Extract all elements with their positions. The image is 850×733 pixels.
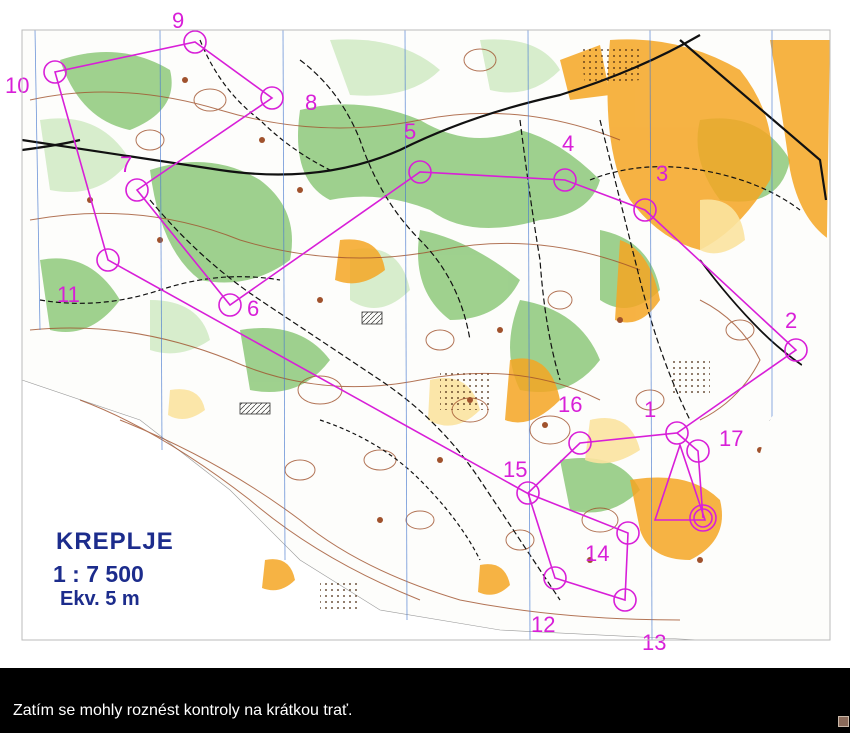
control-number-14: 14 bbox=[585, 541, 609, 566]
control-number-3: 3 bbox=[656, 161, 668, 186]
control-number-16: 16 bbox=[558, 392, 582, 417]
control-number-17: 17 bbox=[719, 426, 743, 451]
caption-bar bbox=[0, 668, 850, 733]
control-number-6: 6 bbox=[247, 296, 259, 321]
control-number-13: 13 bbox=[642, 630, 666, 655]
control-number-9: 9 bbox=[172, 8, 184, 33]
control-number-1: 1 bbox=[644, 397, 656, 422]
slide-caption: Zatím se mohly roznést kontroly na krátk… bbox=[13, 702, 353, 719]
map-name: KREPLJE bbox=[56, 528, 174, 555]
control-number-2: 2 bbox=[785, 308, 797, 333]
control-number-11: 11 bbox=[57, 282, 80, 307]
map-scale: 1 : 7 500 bbox=[53, 561, 144, 587]
control-number-8: 8 bbox=[305, 90, 317, 115]
control-number-5: 5 bbox=[404, 119, 416, 144]
control-number-15: 15 bbox=[503, 457, 527, 482]
map-contour-interval: Ekv. 5 m bbox=[60, 588, 140, 610]
control-number-10: 10 bbox=[5, 73, 29, 98]
control-number-4: 4 bbox=[562, 131, 574, 156]
next-slide-icon[interactable] bbox=[838, 716, 849, 727]
control-number-7: 7 bbox=[120, 152, 132, 177]
control-number-12: 12 bbox=[531, 612, 555, 637]
